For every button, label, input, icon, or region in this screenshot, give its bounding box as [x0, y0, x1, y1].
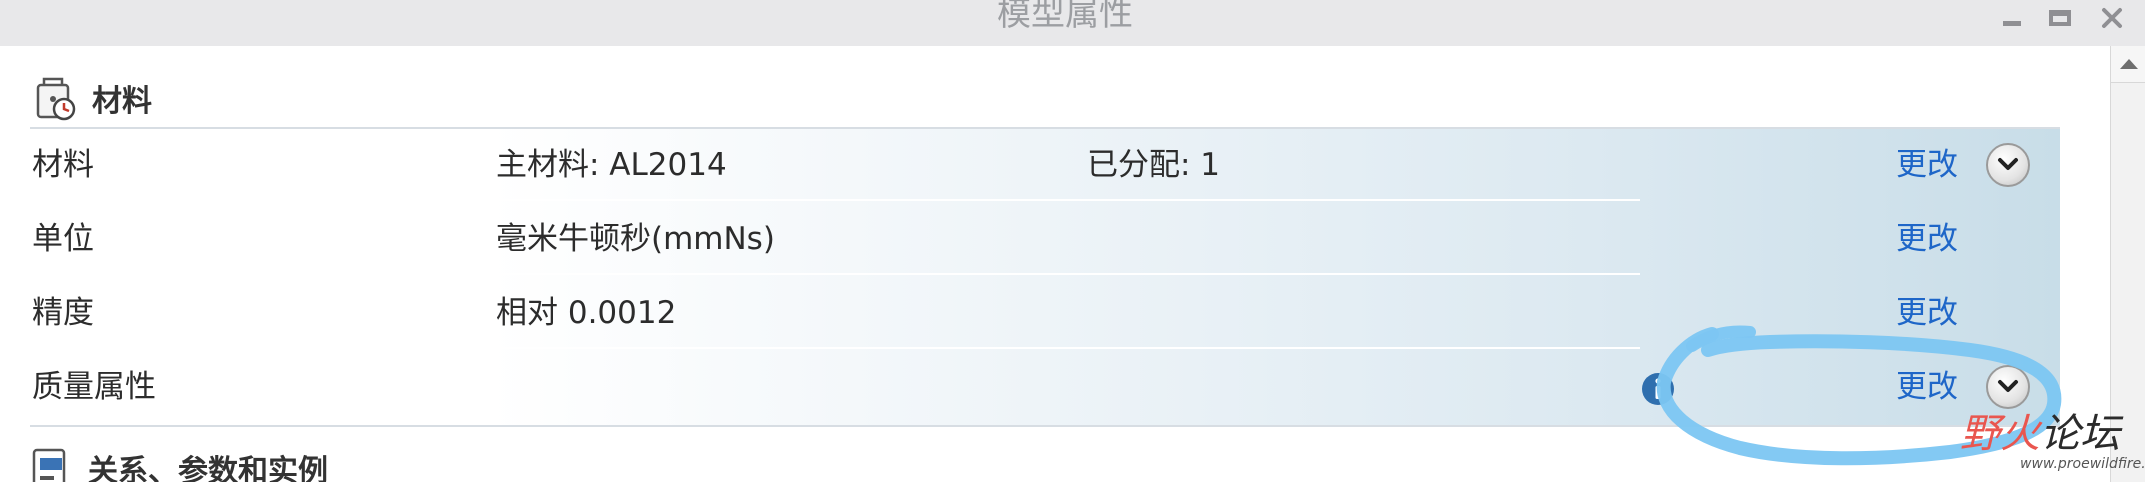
close-icon — [2102, 8, 2122, 28]
property-value: 主材料: AL2014 — [496, 147, 727, 183]
minimize-button[interactable] — [1990, 2, 2034, 34]
change-material-link[interactable]: 更改 — [1896, 129, 1958, 201]
section-divider — [30, 425, 2060, 427]
window-title: 模型属性 — [997, 0, 1133, 34]
property-label: 材料 — [32, 147, 94, 183]
maximize-button[interactable] — [2038, 2, 2082, 34]
info-icon[interactable] — [1640, 371, 1676, 407]
material-section-header[interactable]: 材料 — [30, 70, 152, 126]
forum-watermark: 野火论坛 www.proewildfire.cn — [1960, 410, 2145, 480]
chevron-down-icon — [1998, 380, 2018, 392]
material-properties-list: 材料 主材料: AL2014 已分配: 1 更改 单位 毫米牛顿秒(mmNs) … — [0, 129, 2060, 425]
expand-mass-properties-button[interactable] — [1986, 365, 2030, 409]
property-label: 质量属性 — [32, 369, 156, 405]
change-mass-properties-link[interactable]: 更改 — [1896, 351, 1958, 423]
close-button[interactable] — [2090, 2, 2134, 34]
maximize-icon — [2049, 10, 2071, 26]
row-divider — [490, 347, 1640, 349]
property-value: 相对 0.0012 — [496, 295, 677, 331]
change-accuracy-link[interactable]: 更改 — [1896, 277, 1958, 349]
relations-section-title: 关系、参数和实例 — [88, 454, 328, 482]
watermark-brand: 野火论坛 — [1960, 411, 2120, 457]
title-bar: 模型属性 — [0, 0, 2145, 46]
arrow-up-icon — [2119, 59, 2138, 69]
scroll-up-button[interactable] — [2111, 46, 2145, 83]
chevron-down-icon — [1998, 158, 2018, 170]
relations-icon — [32, 448, 66, 482]
material-section-title: 材料 — [92, 84, 152, 119]
relations-section-header[interactable]: 关系、参数和实例 — [30, 448, 328, 482]
watermark-url: www.proewildfire.cn — [2020, 456, 2145, 472]
row-divider — [490, 273, 1640, 275]
change-units-link[interactable]: 更改 — [1896, 203, 1958, 275]
material-tag-icon — [36, 77, 76, 121]
expand-material-button[interactable] — [1986, 143, 2030, 187]
assigned-count: 已分配: 1 — [1087, 147, 1221, 183]
minimize-icon — [2003, 20, 2021, 26]
row-divider — [490, 199, 1640, 201]
model-properties-window: 模型属性 材料 材料 主材料: AL2014 已分配: 1 更改 单位 毫米牛顿… — [0, 0, 2145, 482]
property-value: 毫米牛顿秒(mmNs) — [496, 221, 775, 257]
property-row-accuracy: 精度 相对 0.0012 更改 — [0, 277, 2060, 349]
property-label: 精度 — [32, 295, 94, 331]
property-row-mass-properties: 质量属性 更改 — [0, 351, 2060, 423]
property-label: 单位 — [32, 221, 94, 257]
property-row-units: 单位 毫米牛顿秒(mmNs) 更改 — [0, 203, 2060, 275]
property-row-material: 材料 主材料: AL2014 已分配: 1 更改 — [0, 129, 2060, 201]
